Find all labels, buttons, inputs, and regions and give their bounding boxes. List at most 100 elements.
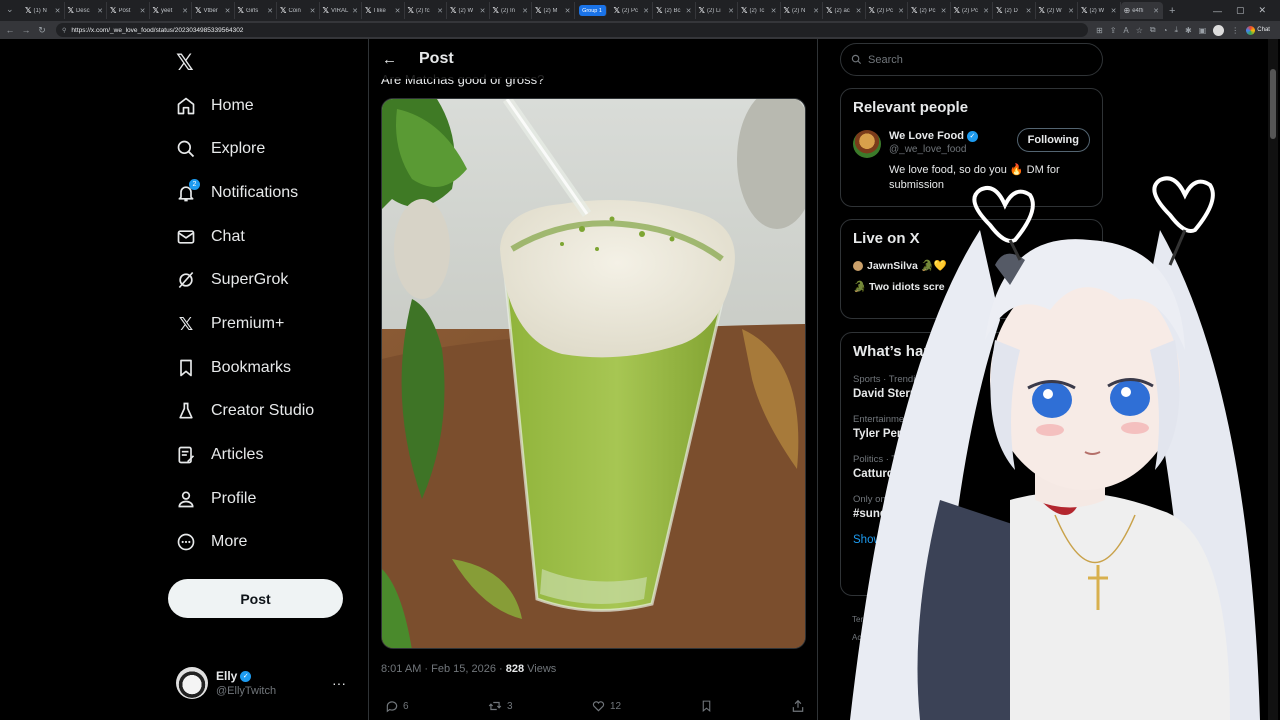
browser-tab-active[interactable]: ⊕ e4ffi ✕ — [1120, 2, 1163, 19]
close-icon[interactable]: ✕ — [97, 7, 103, 15]
close-icon[interactable]: ✕ — [856, 7, 862, 15]
nav-notifications[interactable]: 2 Notifications — [176, 178, 298, 208]
share-icon[interactable]: ⇪ — [1110, 26, 1117, 35]
close-icon[interactable]: ✕ — [267, 7, 273, 15]
close-icon[interactable]: ✕ — [1068, 7, 1074, 15]
reply-button[interactable]: 6 — [385, 699, 409, 713]
browser-tab[interactable]: 𝕏 (2) Pc ✕ — [611, 2, 653, 19]
trend-item[interactable]: Only on X #sunda — [853, 494, 1102, 520]
close-icon[interactable]: ✕ — [310, 7, 316, 15]
nav-premium[interactable]: 𝕏 Premium+ — [176, 309, 285, 339]
close-icon[interactable]: ✕ — [983, 7, 989, 15]
browser-tab[interactable]: 𝕏yeet ✕ — [150, 2, 192, 19]
browser-tab[interactable]: 𝕏 (2) Tc ✕ — [738, 2, 781, 19]
share-button[interactable] — [791, 699, 805, 713]
menu-icon[interactable]: ⋮ — [1231, 26, 1239, 35]
post-button[interactable]: Post — [168, 579, 343, 618]
trend-item[interactable]: Entertainment · Tyler Perry — [853, 414, 1102, 440]
nav-explore[interactable]: Explore — [176, 134, 265, 164]
browser-tab[interactable]: 𝕏I like ✕ — [362, 2, 405, 19]
close-icon[interactable]: ✕ — [771, 7, 777, 15]
trend-item[interactable]: Sports · Trending David Stern — [853, 374, 1102, 400]
close-icon[interactable]: ✕ — [941, 7, 947, 15]
browser-tab[interactable]: 𝕏 Vtber ✕ — [192, 2, 235, 19]
nav-creator-studio[interactable]: Creator Studio — [176, 396, 314, 426]
browser-tab[interactable]: 𝕏 VIRAL ✕ — [320, 2, 362, 19]
nav-supergrok[interactable]: SuperGrok — [176, 265, 288, 295]
close-icon[interactable]: ✕ — [182, 7, 188, 15]
footer-link[interactable]: Acce — [852, 629, 874, 647]
close-icon[interactable]: ✕ — [1153, 7, 1159, 15]
close-icon[interactable]: ✕ — [437, 7, 443, 15]
browser-tab[interactable]: 𝕏 (2) W ✕ — [447, 2, 490, 19]
nav-profile[interactable]: Profile — [176, 484, 256, 514]
back-arrow-icon[interactable]: ← — [382, 51, 397, 68]
close-icon[interactable]: ✕ — [395, 7, 401, 15]
following-button[interactable]: Following — [1016, 128, 1090, 152]
account-more-icon[interactable]: ··· — [332, 675, 346, 691]
puzzle-icon[interactable]: ✱ — [1185, 26, 1192, 35]
browser-tab[interactable]: 𝕏 (2) ac ✕ — [823, 2, 866, 19]
relevant-person[interactable]: We Love Food ✓ @_we_love_food We love foo… — [853, 128, 1090, 193]
close-icon[interactable]: ✕ — [55, 7, 61, 15]
browser-tab[interactable]: 𝕏 (2) Li ✕ — [696, 2, 738, 19]
close-icon[interactable]: ✕ — [813, 7, 819, 15]
close-icon[interactable]: ✕ — [1111, 7, 1117, 15]
minimize-icon[interactable]: — — [1213, 6, 1222, 16]
browser-tab[interactable]: 𝕏 (2) Pc ✕ — [866, 2, 908, 19]
close-window-icon[interactable]: ✕ — [1258, 5, 1266, 16]
browser-tab[interactable]: 𝕏 (2) N ✕ — [781, 2, 823, 19]
nav-more[interactable]: More — [176, 527, 247, 557]
browser-tab[interactable]: 𝕏 (2) Pc ✕ — [908, 2, 951, 19]
close-icon[interactable]: ✕ — [1026, 7, 1032, 15]
page-scrollbar[interactable] — [1268, 39, 1278, 720]
browser-tab[interactable]: 𝕏 Coin ✕ — [277, 2, 320, 19]
chat-button[interactable]: Chat — [1246, 25, 1270, 35]
live-item[interactable]: 🐊 Two idiots scre — [853, 280, 1102, 293]
nav-articles[interactable]: Articles — [176, 440, 263, 470]
site-info-icon[interactable]: ⚲ — [62, 27, 66, 34]
browser-tab[interactable]: 𝕏 (2) W ✕ — [1078, 2, 1121, 19]
trend-item[interactable]: Politics · Tren Catturd — [853, 454, 1102, 480]
back-icon[interactable]: ← — [4, 25, 16, 35]
close-icon[interactable]: ✕ — [225, 7, 231, 15]
close-icon[interactable]: ✕ — [686, 7, 692, 15]
account-switcher[interactable]: Elly ✓ @EllyTwitch ··· — [176, 667, 356, 699]
install-icon[interactable]: ⊞ — [1096, 26, 1103, 35]
browser-tab[interactable]: 𝕏 Girls ✕ — [235, 2, 277, 19]
bookmark-star-icon[interactable]: ☆ — [1136, 26, 1143, 35]
show-more-link[interactable]: Show m — [853, 534, 1102, 546]
browser-tab[interactable]: 𝕏 (2) D ✕ — [993, 2, 1036, 19]
new-tab-icon[interactable]: + — [1169, 5, 1175, 17]
translate-icon[interactable]: A — [1123, 26, 1128, 35]
browser-tab[interactable]: 𝕏 Desc ✕ — [65, 2, 107, 19]
close-icon[interactable]: ✕ — [140, 7, 146, 15]
browser-tab[interactable]: 𝕏 (2) Bc ✕ — [653, 2, 696, 19]
footer-link[interactable]: Terms — [852, 611, 874, 629]
search-input[interactable]: Search — [840, 43, 1103, 76]
tab-search-icon[interactable]: ⌄ — [6, 4, 14, 15]
x-logo-icon[interactable]: 𝕏 — [176, 50, 194, 76]
close-icon[interactable]: ✕ — [728, 7, 734, 15]
close-icon[interactable]: ✕ — [565, 7, 571, 15]
url-bar[interactable]: ⚲ https://x.com/_we_love_food/status/202… — [56, 23, 1088, 37]
browser-tab[interactable]: 𝕏 (2) In ✕ — [490, 2, 532, 19]
repost-button[interactable]: 3 — [487, 699, 513, 713]
scrollbar-thumb[interactable] — [1270, 69, 1276, 139]
profile-avatar[interactable] — [1213, 24, 1225, 36]
browser-tab[interactable]: 𝕏 Post ✕ — [107, 2, 150, 19]
extensions-icon[interactable]: ⧉ — [1150, 25, 1156, 35]
browser-tab[interactable]: 𝕏 (2) M ✕ — [532, 2, 575, 19]
browser-tab[interactable]: 𝕏 (2) W ✕ — [1036, 2, 1078, 19]
close-icon[interactable]: ✕ — [643, 7, 649, 15]
sidebar-icon[interactable]: ▣ — [1199, 26, 1207, 35]
browser-tab[interactable]: 𝕏 (2) Pc ✕ — [951, 2, 993, 19]
tab-group-chip[interactable]: Group 1 — [578, 5, 607, 16]
close-icon[interactable]: ✕ — [898, 7, 904, 15]
bookmark-button[interactable] — [700, 699, 713, 713]
close-icon[interactable]: ✕ — [352, 7, 358, 15]
browser-tab[interactable]: 𝕏 (1) N ✕ — [22, 2, 65, 19]
nav-bookmarks[interactable]: Bookmarks — [176, 353, 291, 383]
close-icon[interactable]: ✕ — [480, 7, 486, 15]
reload-icon[interactable]: ↻ — [36, 25, 48, 36]
